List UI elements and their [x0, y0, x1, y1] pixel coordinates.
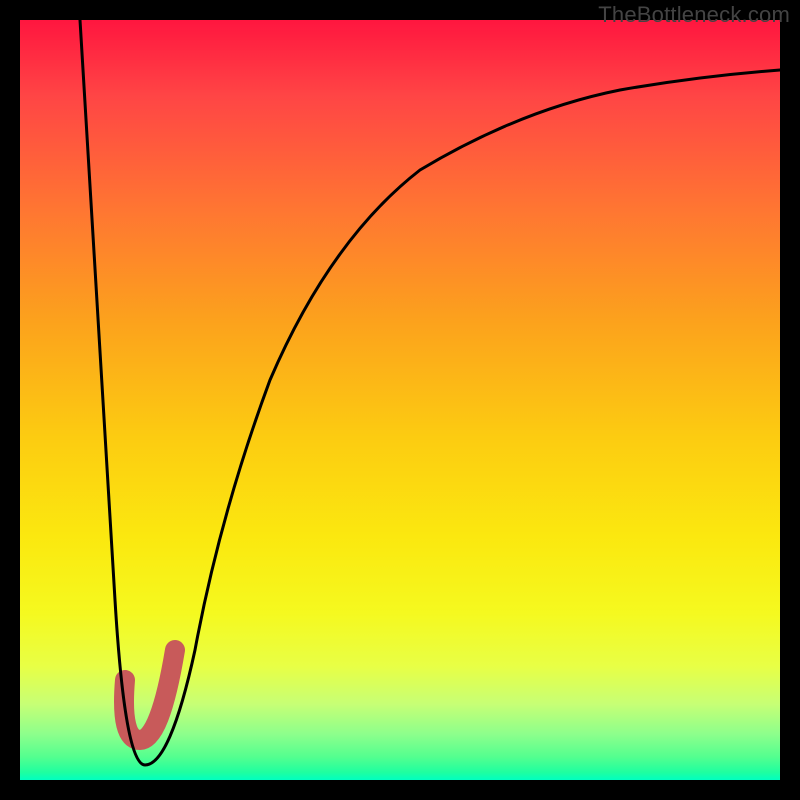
chart-frame: TheBottleneck.com: [0, 0, 800, 800]
plot-area: [20, 20, 780, 780]
chart-svg: [20, 20, 780, 780]
main-black-curve: [80, 20, 780, 765]
highlight-hook-curve: [124, 650, 175, 740]
watermark-text: TheBottleneck.com: [598, 2, 790, 28]
